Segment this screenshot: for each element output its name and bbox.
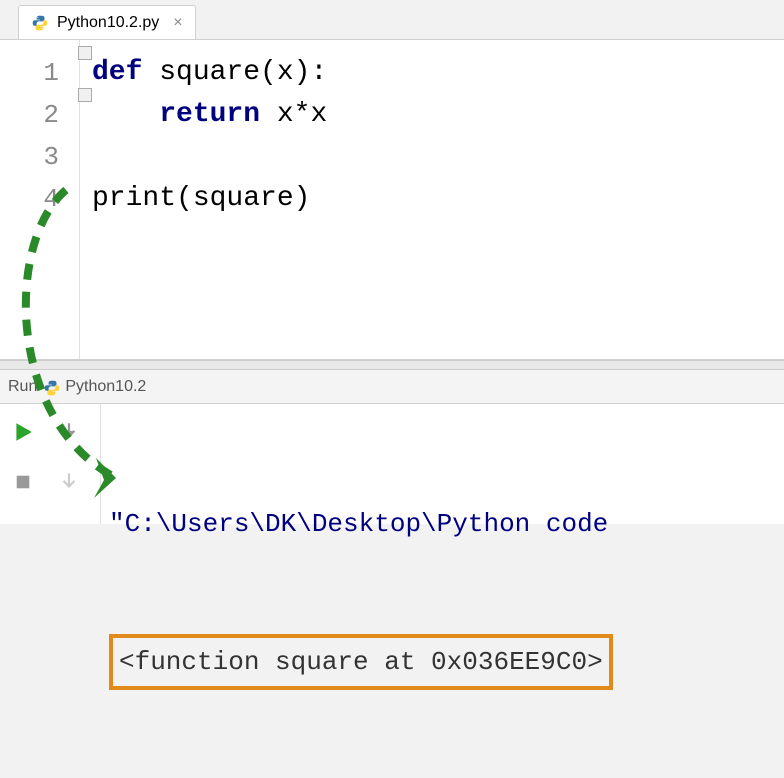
python-file-icon xyxy=(31,14,49,32)
console-controls xyxy=(0,404,100,524)
file-tab-label: Python10.2.py xyxy=(57,14,159,32)
pane-separator[interactable] xyxy=(0,360,784,370)
keyword-def: def xyxy=(92,57,142,88)
file-tab[interactable]: Python10.2.py × xyxy=(18,5,196,39)
keyword-return: return xyxy=(159,99,260,130)
console-output[interactable]: "C:\Users\DK\Desktop\Python code <functi… xyxy=(100,404,784,524)
code-text: square(x): xyxy=(142,57,327,88)
close-tab-icon[interactable]: × xyxy=(173,14,182,32)
output-path: "C:\Users\DK\Desktop\Python code xyxy=(109,509,608,539)
line-number: 1 xyxy=(0,52,79,94)
output-result: <function square at 0x036EE9C0> xyxy=(109,634,613,690)
code-area[interactable]: def square(x): return x*x print(square) xyxy=(80,40,784,359)
tab-bar: Python10.2.py × xyxy=(0,0,784,40)
function-call: print xyxy=(92,183,176,214)
fold-end-icon[interactable] xyxy=(78,88,92,102)
scroll-down-icon[interactable] xyxy=(54,417,84,447)
code-editor[interactable]: 1 2 3 4 def square(x): return x*x print(… xyxy=(0,40,784,360)
fold-start-icon[interactable] xyxy=(78,46,92,60)
line-number xyxy=(0,220,79,262)
line-number: 3 xyxy=(0,136,79,178)
line-number: 2 xyxy=(0,94,79,136)
python-run-icon xyxy=(43,379,59,395)
line-number xyxy=(0,262,79,304)
scroll-down-disabled-icon xyxy=(54,467,84,497)
code-text: x*x xyxy=(260,99,327,130)
code-text: (square) xyxy=(176,183,310,214)
run-tool-header: Run Python10.2 xyxy=(0,370,784,404)
run-console: "C:\Users\DK\Desktop\Python code <functi… xyxy=(0,404,784,524)
run-label: Run xyxy=(8,378,37,396)
editor-gutter: 1 2 3 4 xyxy=(0,40,80,359)
stop-button[interactable] xyxy=(8,467,38,497)
run-config-name[interactable]: Python10.2 xyxy=(65,378,146,396)
run-button[interactable] xyxy=(8,417,38,447)
line-number: 4 xyxy=(0,178,79,220)
